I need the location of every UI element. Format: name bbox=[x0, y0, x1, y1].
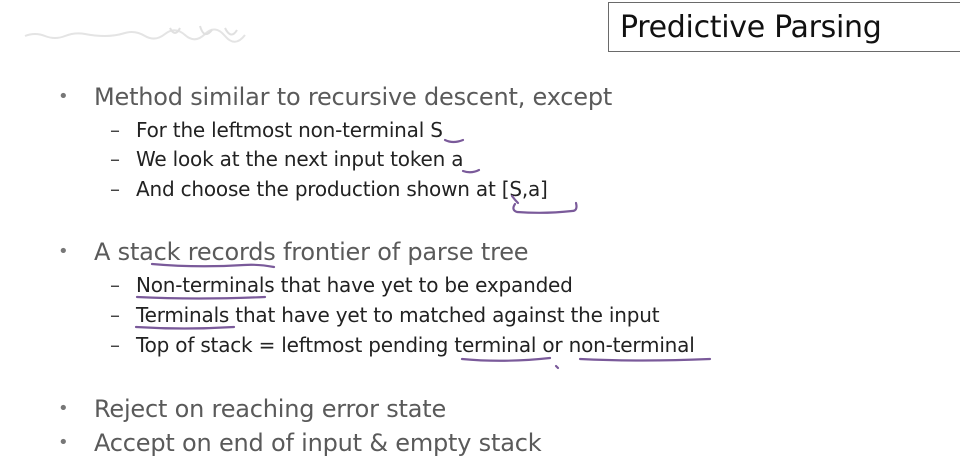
underline-non-terminal-2 bbox=[578, 357, 712, 362]
bracket-sa bbox=[512, 201, 578, 214]
sub-bullet-2-2: – Terminals that have yet to matched aga… bbox=[110, 302, 660, 328]
sub-bullet-1-3: – And choose the production shown at [S,… bbox=[110, 176, 548, 202]
sub-bullet-2-1: – Non-terminals that have yet to be expa… bbox=[110, 272, 573, 298]
bullet-icon: • bbox=[58, 398, 69, 419]
title-box: Predictive Parsing bbox=[608, 2, 960, 52]
bullet-icon: • bbox=[58, 241, 69, 262]
bullet-2-text: A stack records frontier of parse tree bbox=[94, 238, 529, 266]
dash-icon: – bbox=[110, 177, 120, 201]
slide: Predictive Parsing • Method similar to r… bbox=[0, 0, 960, 459]
sub-bullet-2-2-text: Terminals that have yet to matched again… bbox=[136, 303, 660, 327]
dash-icon: – bbox=[110, 333, 120, 357]
underline-terminal bbox=[460, 356, 552, 362]
faint-handwriting-scribble bbox=[24, 25, 246, 43]
sub-bullet-1-1-text: For the leftmost non-terminal S bbox=[136, 118, 443, 142]
bullet-3-text: Reject on reaching error state bbox=[94, 395, 447, 423]
sub-bullet-1-3-text: And choose the production shown at [S,a] bbox=[136, 177, 548, 201]
bullet-4-text: Accept on end of input & empty stack bbox=[94, 429, 542, 457]
underline-s bbox=[443, 138, 465, 144]
sub-bullet-1-1: – For the leftmost non-terminal S bbox=[110, 117, 443, 143]
bullet-icon: • bbox=[58, 86, 69, 107]
sub-bullet-2-1-text: Non-terminals that have yet to be expand… bbox=[136, 273, 573, 297]
slide-title: Predictive Parsing bbox=[620, 10, 882, 45]
sub-bullet-2-3: – Top of stack = leftmost pending termin… bbox=[110, 332, 695, 358]
handwritten-annotations bbox=[134, 138, 712, 370]
bullet-4: • Accept on end of input & empty stack bbox=[58, 428, 542, 458]
dash-icon: – bbox=[110, 147, 120, 171]
sub-bullet-1-2-text: We look at the next input token a bbox=[136, 147, 464, 171]
dash-icon: – bbox=[110, 273, 120, 297]
dash-icon: – bbox=[110, 303, 120, 327]
bullet-3: • Reject on reaching error state bbox=[58, 394, 447, 424]
dash-icon: – bbox=[110, 118, 120, 142]
bullet-1-text: Method similar to recursive descent, exc… bbox=[94, 83, 613, 111]
bullet-icon: • bbox=[58, 432, 69, 453]
sub-bullet-1-2: – We look at the next input token a bbox=[110, 146, 464, 172]
underline-a bbox=[461, 168, 481, 174]
bullet-1: • Method similar to recursive descent, e… bbox=[58, 82, 613, 112]
sub-bullet-2-3-text: Top of stack = leftmost pending terminal… bbox=[136, 333, 695, 357]
bullet-2: • A stack records frontier of parse tree bbox=[58, 237, 529, 267]
